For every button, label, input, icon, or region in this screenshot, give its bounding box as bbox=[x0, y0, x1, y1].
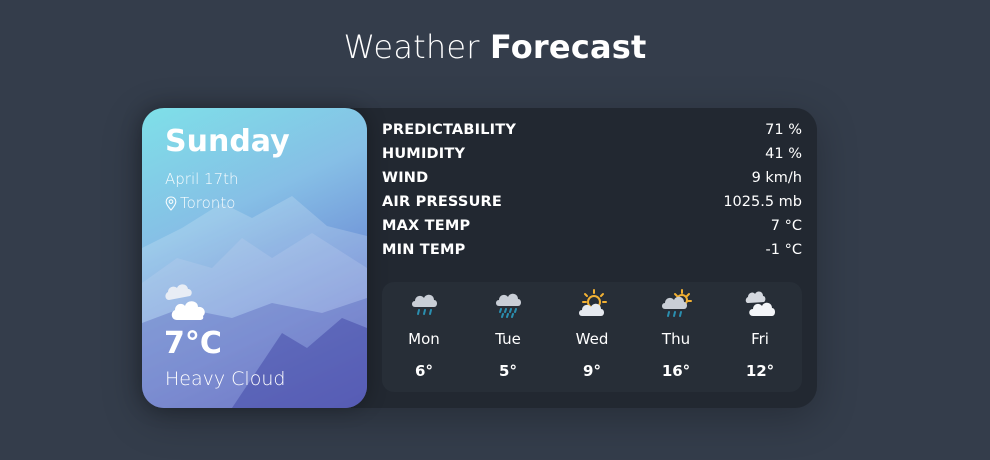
forecast-day-tue[interactable]: Tue 5° bbox=[466, 282, 550, 392]
stat-air-pressure: AIR PRESSURE 1025.5 mb bbox=[382, 190, 802, 214]
forecast-day-fri[interactable]: Fri 12° bbox=[718, 282, 802, 392]
stat-label: MIN TEMP bbox=[382, 242, 466, 258]
stat-value: 9 km/h bbox=[751, 170, 802, 186]
stat-predictability: PREDICTABILITY 71 % bbox=[382, 118, 802, 142]
stat-label: WIND bbox=[382, 170, 429, 186]
forecast-day-mon[interactable]: Mon 6° bbox=[382, 282, 466, 392]
stat-value: 1025.5 mb bbox=[723, 194, 802, 210]
today-day: Sunday bbox=[165, 124, 290, 159]
location-pin-icon bbox=[165, 195, 177, 211]
forecast-day-name: Fri bbox=[751, 330, 769, 348]
forecast-day-temp: 6° bbox=[415, 362, 433, 380]
stat-label: HUMIDITY bbox=[382, 146, 466, 162]
cloudy-icon bbox=[745, 291, 775, 316]
cloud-icon bbox=[165, 284, 205, 320]
stat-label: AIR PRESSURE bbox=[382, 194, 503, 210]
stat-wind: WIND 9 km/h bbox=[382, 166, 802, 190]
forecast-day-temp: 9° bbox=[583, 362, 601, 380]
stat-value: 41 % bbox=[765, 146, 802, 162]
stat-label: PREDICTABILITY bbox=[382, 122, 517, 138]
forecast-day-temp: 16° bbox=[661, 362, 691, 380]
heavy-rain-icon bbox=[496, 293, 521, 318]
page-title: Weather Forecast bbox=[0, 28, 990, 66]
stat-min-temp: MIN TEMP -1 °C bbox=[382, 238, 802, 262]
forecast-day-name: Tue bbox=[495, 330, 521, 348]
today-description: Heavy Cloud bbox=[165, 368, 286, 390]
today-temperature: 7°C bbox=[164, 326, 222, 361]
partly-sunny-icon bbox=[579, 289, 607, 316]
forecast-day-thu[interactable]: Thu 16° bbox=[634, 282, 718, 392]
title-bold: Forecast bbox=[489, 28, 647, 66]
weather-card: Sunday April 17th Toronto 7°C Heavy Clou… bbox=[142, 108, 817, 408]
forecast-day-name: Wed bbox=[575, 330, 609, 348]
stat-value: -1 °C bbox=[765, 242, 802, 258]
today-date: April 17th bbox=[165, 170, 239, 188]
stat-humidity: HUMIDITY 41 % bbox=[382, 142, 802, 166]
title-light: Weather bbox=[343, 28, 480, 66]
location-text: Toronto bbox=[180, 194, 236, 212]
sun-rain-icon bbox=[662, 289, 692, 317]
forecast-day-name: Mon bbox=[408, 330, 440, 348]
week-forecast: Mon 6° Tue 5° Wed 9° Thu 16° Fri 12° bbox=[382, 282, 802, 392]
stat-label: MAX TEMP bbox=[382, 218, 471, 234]
forecast-day-name: Thu bbox=[661, 330, 691, 348]
forecast-day-wed[interactable]: Wed 9° bbox=[550, 282, 634, 392]
forecast-day-temp: 12° bbox=[745, 362, 775, 380]
stat-value: 71 % bbox=[765, 122, 802, 138]
stats-list: PREDICTABILITY 71 % HUMIDITY 41 % WIND 9… bbox=[382, 118, 802, 262]
forecast-day-temp: 5° bbox=[499, 362, 517, 380]
today-panel: Sunday April 17th Toronto 7°C Heavy Clou… bbox=[142, 108, 367, 408]
stat-value: 7 °C bbox=[770, 218, 802, 234]
light-rain-icon bbox=[412, 294, 437, 315]
stat-max-temp: MAX TEMP 7 °C bbox=[382, 214, 802, 238]
today-location: Toronto bbox=[165, 194, 235, 212]
